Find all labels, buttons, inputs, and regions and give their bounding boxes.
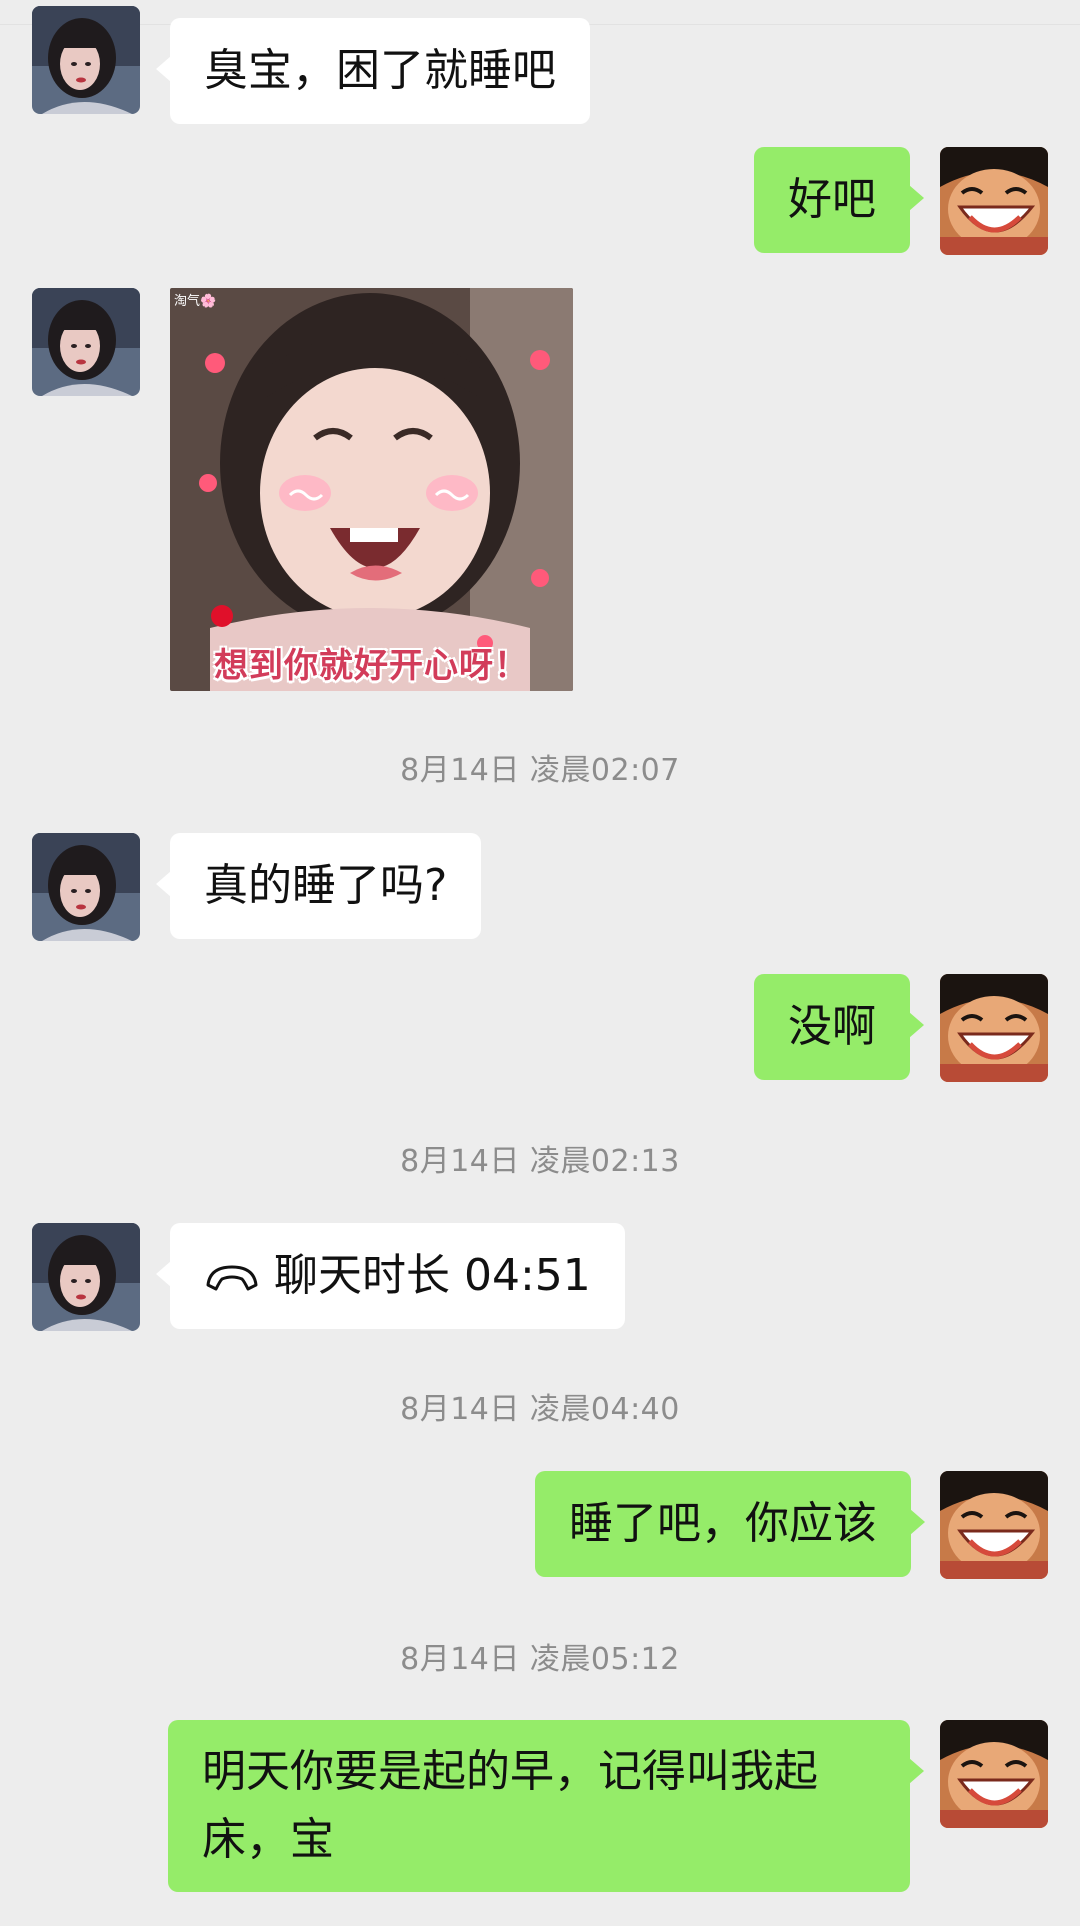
contact-avatar[interactable] bbox=[32, 1223, 140, 1331]
sticker-image[interactable]: 淘气🌸 想到你就好开心呀！ bbox=[170, 288, 573, 691]
call-record-bubble[interactable]: 聊天时长 04:51 bbox=[156, 1223, 625, 1329]
smiling-baby-sticker bbox=[170, 288, 573, 691]
timestamp: 8月14日 凌晨04:40 bbox=[400, 1392, 680, 1427]
contact-avatar[interactable] bbox=[32, 288, 140, 396]
self-avatar[interactable] bbox=[940, 1720, 1048, 1828]
message-bubble-outgoing[interactable]: 没啊 bbox=[754, 974, 924, 1080]
contact-avatar-image bbox=[32, 1223, 140, 1331]
call-duration-text: 聊天时长 04:51 bbox=[274, 1250, 591, 1301]
self-avatar[interactable] bbox=[940, 974, 1048, 1082]
contact-avatar-image bbox=[32, 833, 140, 941]
sticker-caption: 想到你就好开心呀！ bbox=[214, 646, 529, 686]
self-avatar-image bbox=[940, 1471, 1048, 1579]
message-text: 好吧 bbox=[788, 174, 876, 225]
message-bubble-outgoing[interactable]: 睡了吧，你应该 bbox=[535, 1471, 925, 1577]
message-bubble-outgoing[interactable]: 好吧 bbox=[754, 147, 924, 253]
phone-hangup-icon bbox=[206, 1265, 258, 1291]
message-bubble-incoming[interactable]: 真的睡了吗? bbox=[155, 833, 482, 939]
timestamp: 8月14日 凌晨02:07 bbox=[400, 753, 680, 788]
contact-avatar[interactable] bbox=[32, 6, 140, 114]
self-avatar[interactable] bbox=[940, 147, 1048, 255]
timestamp: 8月14日 凌晨05:12 bbox=[400, 1642, 680, 1677]
contact-avatar[interactable] bbox=[32, 833, 140, 941]
contact-avatar-image bbox=[32, 6, 140, 114]
sticker-watermark: 淘气🌸 bbox=[174, 294, 217, 309]
message-bubble-outgoing[interactable]: 明天你要是起的早，记得叫我起床，宝 bbox=[168, 1720, 924, 1892]
timestamp: 8月14日 凌晨02:13 bbox=[400, 1144, 680, 1179]
message-bubble-incoming[interactable]: 臭宝，困了就睡吧 bbox=[156, 18, 590, 124]
self-avatar-image bbox=[940, 1720, 1048, 1828]
self-avatar[interactable] bbox=[940, 1471, 1048, 1579]
self-avatar-image bbox=[940, 147, 1048, 255]
message-text: 没啊 bbox=[788, 1001, 876, 1052]
message-text: 睡了吧，你应该 bbox=[569, 1498, 877, 1549]
message-text: 明天你要是起的早，记得叫我起床，宝 bbox=[202, 1746, 818, 1865]
message-text: 臭宝，困了就睡吧 bbox=[204, 45, 556, 96]
contact-avatar-image bbox=[32, 288, 140, 396]
message-text: 真的睡了吗? bbox=[204, 860, 448, 911]
self-avatar-image bbox=[940, 974, 1048, 1082]
